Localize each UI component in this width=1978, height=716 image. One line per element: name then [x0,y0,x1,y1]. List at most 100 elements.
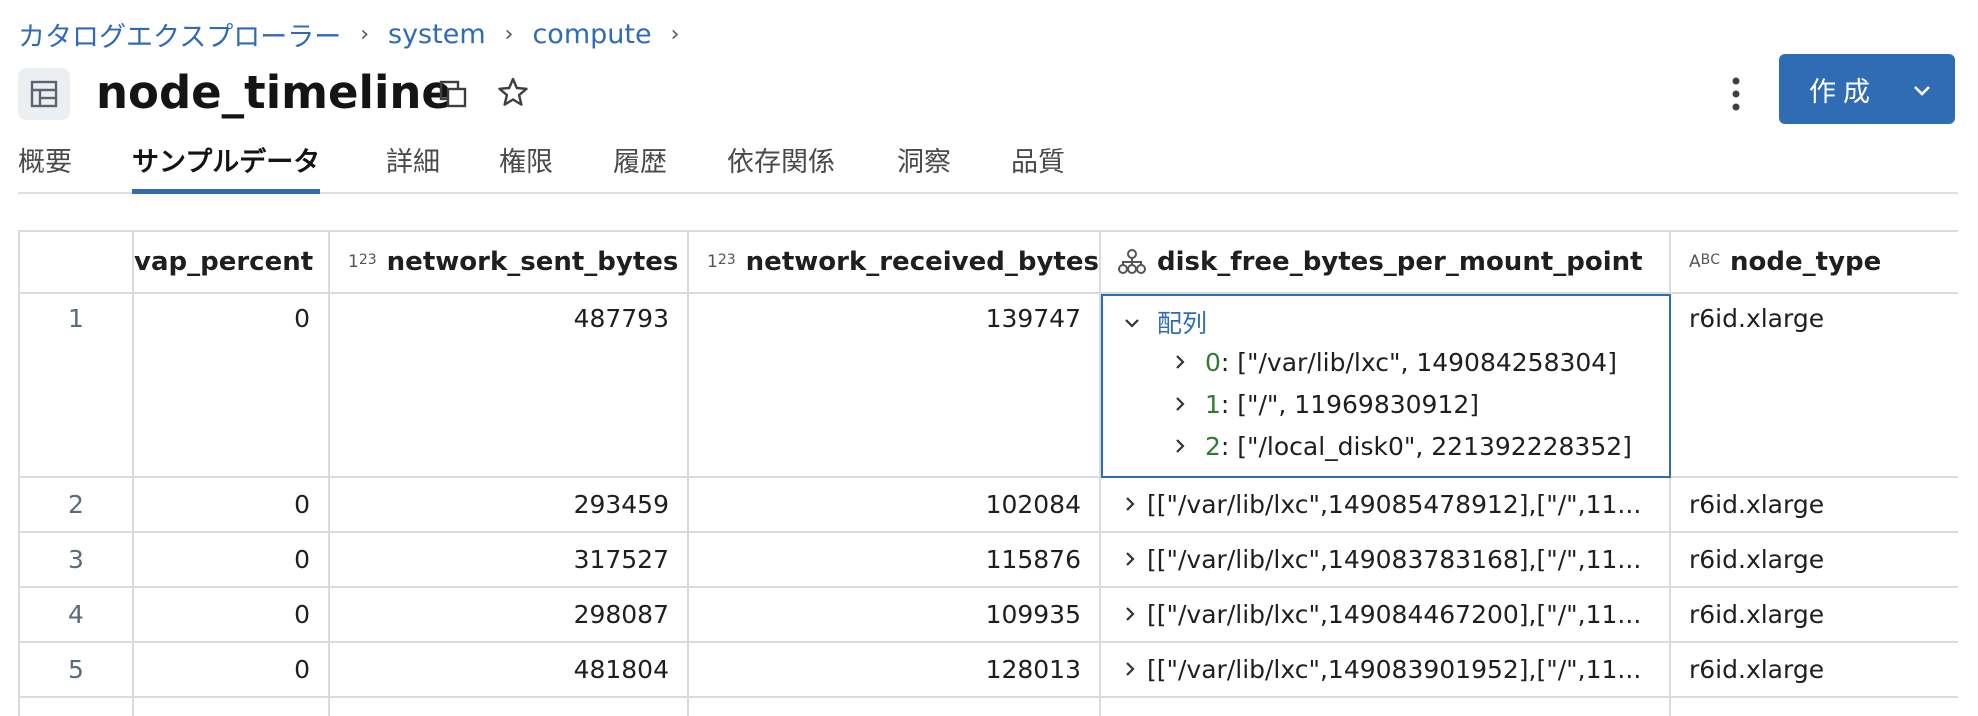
array-value: : ["/var/lib/lxc", 149084258304] [1220,348,1617,377]
table-cell[interactable]: 317527 [330,533,689,588]
array-value: : ["/local_disk0", 221392228352] [1220,432,1632,461]
breadcrumb-compute[interactable]: compute [532,19,651,50]
table-cell[interactable]: 0 [134,294,330,478]
tab-overview[interactable]: 概要 [18,140,72,194]
table-cell[interactable]: 487793 [330,294,689,478]
tab-quality[interactable]: 品質 [1011,140,1065,194]
table-cell[interactable] [1101,698,1671,716]
chevron-right-icon[interactable] [1121,655,1147,684]
table-cell[interactable]: 0 [134,533,330,588]
column-header-label: node_type [1730,247,1882,277]
column-header-network-received-bytes[interactable]: 123 network_received_bytes [689,232,1101,294]
array-toggle[interactable]: 配列 [1123,304,1207,340]
table-cell[interactable] [134,698,330,716]
table-icon [18,68,70,120]
table-cell[interactable]: 481804 [330,643,689,698]
breadcrumb-separator: › [504,21,514,47]
array-index: 2 [1204,432,1221,461]
breadcrumb-system[interactable]: system [388,19,486,50]
star-icon[interactable] [493,72,533,112]
row-number: 1 [20,294,134,478]
create-button-label: 作成 [1809,77,1877,108]
row-number: 3 [20,533,134,588]
breadcrumb-catalog-explorer[interactable]: カタログエクスプローラー [18,15,341,54]
table-cell[interactable]: r6id.xlarge [1671,533,1958,588]
sample-data-table[interactable]: vap_percent 123 network_sent_bytes 123 n… [18,230,1958,716]
tab-sample-data[interactable]: サンプルデータ [132,140,321,194]
table-cell[interactable]: [["/var/lib/lxc",149083783168],["/",11..… [1101,533,1671,588]
table-cell[interactable]: r6id.xlarge [1671,478,1958,533]
array-index: 1 [1204,390,1221,419]
tab-history[interactable]: 履歴 [613,140,667,194]
chevron-right-icon[interactable] [1121,490,1147,519]
table-cell[interactable]: 0 [134,643,330,698]
number-type-icon: 123 [707,252,736,272]
page-header: node_timeline 作成 [18,54,1958,126]
table-cell[interactable]: 102084 [689,478,1101,533]
table-cell[interactable]: r6id.xlarge [1671,643,1958,698]
table-cell-expanded[interactable]: 配列 0: ["/var/lib/lxc", 149084258304] 1: … [1101,294,1671,478]
create-button[interactable]: 作成 [1779,54,1955,124]
array-index: 0 [1204,348,1221,377]
tab-details[interactable]: 詳細 [386,140,440,194]
row-number: 2 [20,478,134,533]
table-cell[interactable]: 109935 [689,588,1101,643]
tab-bar: 概要 サンプルデータ 詳細 権限 履歴 依存関係 洞察 品質 [18,130,1958,194]
column-header-label: disk_free_bytes_per_mount_point [1157,247,1643,277]
string-type-icon: ABC [1689,252,1721,272]
chevron-down-icon [1911,77,1933,108]
tab-lineage[interactable]: 依存関係 [727,140,835,194]
table-cell[interactable]: 298087 [330,588,689,643]
row-number-header [20,232,134,294]
chevron-right-icon [1171,390,1197,419]
page-title: node_timeline [96,66,452,119]
tab-insights[interactable]: 洞察 [897,140,951,194]
table-cell[interactable] [689,698,1101,716]
table-cell[interactable]: [["/var/lib/lxc",149083901952],["/",11..… [1101,643,1671,698]
column-header-label: network_received_bytes [745,247,1099,277]
array-value: : ["/", 11969830912] [1220,390,1480,419]
column-header-node-type[interactable]: ABC node_type [1671,232,1958,294]
tab-permissions[interactable]: 権限 [499,140,553,194]
breadcrumb-separator: › [670,21,680,47]
breadcrumb-separator: › [360,21,370,47]
number-type-icon: 123 [348,252,377,272]
breadcrumb: カタログエクスプローラー › system › compute › [18,14,698,54]
row-number [20,698,134,716]
array-preview: [["/var/lib/lxc",149084467200],["/",11..… [1147,600,1642,629]
table-cell[interactable] [330,698,689,716]
table-cell[interactable]: [["/var/lib/lxc",149084467200],["/",11..… [1101,588,1671,643]
array-item[interactable]: 1: ["/", 11969830912] [1171,390,1479,419]
column-header-label: vap_percent [134,247,314,277]
array-item[interactable]: 0: ["/var/lib/lxc", 149084258304] [1171,348,1617,377]
table-cell[interactable]: 139747 [689,294,1101,478]
array-item[interactable]: 2: ["/local_disk0", 221392228352] [1171,432,1632,461]
chevron-right-icon[interactable] [1121,600,1147,629]
table-cell[interactable]: 0 [134,588,330,643]
column-header-network-sent-bytes[interactable]: 123 network_sent_bytes [330,232,689,294]
array-label: 配列 [1156,309,1207,338]
column-header-label: network_sent_bytes [386,247,679,277]
table-cell[interactable]: 293459 [330,478,689,533]
column-header-disk-free-bytes[interactable]: disk_free_bytes_per_mount_point [1101,232,1671,294]
more-options-icon[interactable] [1718,72,1754,116]
chevron-right-icon [1171,432,1197,461]
column-header-vap-percent[interactable]: vap_percent [134,232,330,294]
table-cell[interactable]: r6id.xlarge [1671,588,1958,643]
copy-icon[interactable] [433,74,473,114]
row-number: 4 [20,588,134,643]
chevron-down-icon [1123,309,1149,338]
chevron-right-icon [1171,348,1197,377]
row-number: 5 [20,643,134,698]
array-preview: [["/var/lib/lxc",149085478912],["/",11..… [1147,490,1642,519]
table-cell[interactable] [1671,698,1958,716]
table-cell[interactable]: [["/var/lib/lxc",149085478912],["/",11..… [1101,478,1671,533]
array-preview: [["/var/lib/lxc",149083901952],["/",11..… [1147,655,1642,684]
table-cell[interactable]: 115876 [689,533,1101,588]
array-preview: [["/var/lib/lxc",149083783168],["/",11..… [1147,545,1642,574]
table-cell[interactable]: 0 [134,478,330,533]
table-cell[interactable]: 128013 [689,643,1101,698]
table-cell[interactable]: r6id.xlarge [1671,294,1958,478]
struct-type-icon [1117,248,1147,276]
chevron-right-icon[interactable] [1121,545,1147,574]
